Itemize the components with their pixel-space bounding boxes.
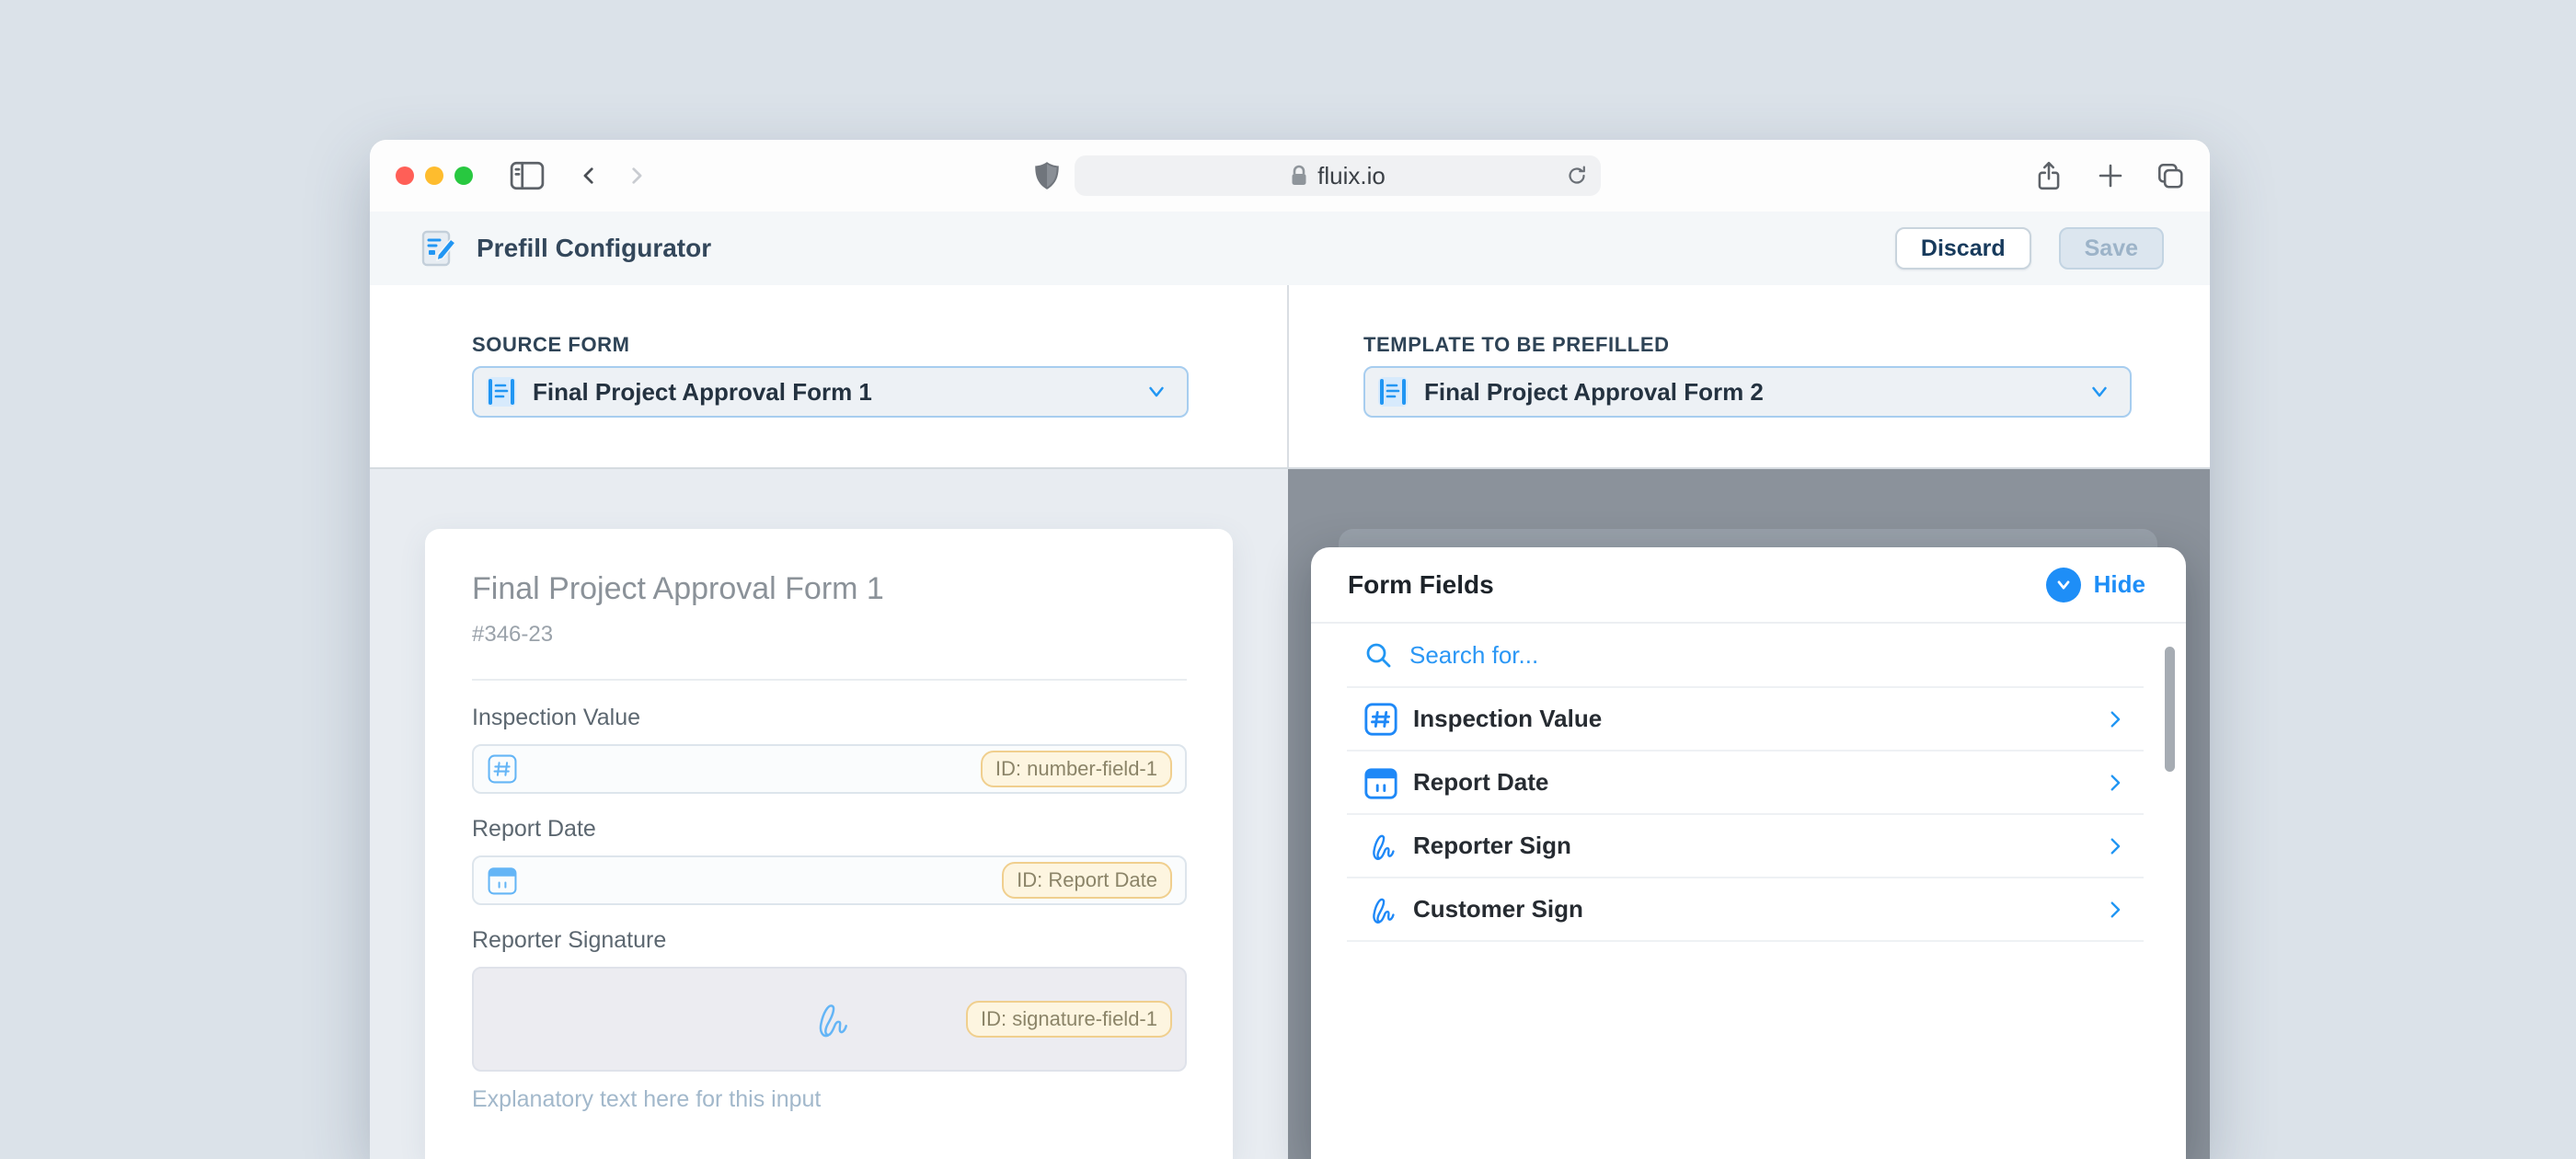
- chevron-down-icon: [1144, 380, 1168, 404]
- app-header: Prefill Configurator Discard Save: [370, 212, 2210, 287]
- modal-field-item[interactable]: Inspection Value: [1347, 688, 2144, 752]
- field-helper-text: Explanatory text here for this input: [472, 1086, 1187, 1113]
- back-icon[interactable]: [569, 140, 609, 212]
- form-preview-title: Final Project Approval Form 1: [472, 571, 1187, 607]
- modal-field-item[interactable]: Reporter Sign: [1347, 815, 2144, 878]
- divider: [472, 679, 1187, 681]
- modal-field-label: Inspection Value: [1413, 705, 1602, 733]
- screen: fluix.io: [0, 0, 2576, 1159]
- browser-toolbar: fluix.io: [370, 140, 2210, 212]
- template-form-label: TEMPLATE TO BE PREFILLED: [1363, 333, 1670, 357]
- chevron-right-icon: [2103, 707, 2127, 731]
- modal-field-item[interactable]: Customer Sign: [1347, 878, 2144, 942]
- field-id-badge: ID: Report Date: [1002, 862, 1172, 899]
- address-bar[interactable]: fluix.io: [1075, 155, 1601, 196]
- selection-strip: SOURCE FORM Final Project Approval Form …: [370, 285, 2210, 469]
- hide-label: Hide: [2094, 570, 2145, 599]
- signature-icon: [1363, 892, 1398, 927]
- chevron-right-icon: [2103, 898, 2127, 922]
- number-icon: [1363, 702, 1398, 737]
- source-form-value: Final Project Approval Form 1: [533, 378, 872, 407]
- lock-icon: [1290, 164, 1308, 188]
- signature-icon: [807, 996, 853, 1042]
- form-field: Report Date ID: Report Date: [472, 816, 1187, 905]
- form-icon: [485, 375, 518, 408]
- reload-icon[interactable]: [1564, 163, 1590, 189]
- field-input[interactable]: ID: Report Date: [472, 855, 1187, 905]
- signature-icon: [1363, 829, 1398, 864]
- modal-header: Form Fields Hide: [1311, 547, 2186, 624]
- chevron-right-icon: [2103, 834, 2127, 858]
- prefill-configurator-icon: [418, 227, 460, 270]
- scrollbar-thumb[interactable]: [2165, 647, 2175, 772]
- browser-window: fluix.io: [370, 140, 2210, 1159]
- field-input[interactable]: ID: signature-field-1: [472, 967, 1187, 1072]
- field-label: Inspection Value: [472, 705, 1187, 731]
- source-form-label: SOURCE FORM: [472, 333, 630, 357]
- tab-overview-icon[interactable]: [2152, 140, 2189, 212]
- field-id-badge: ID: signature-field-1: [966, 1001, 1172, 1038]
- minimize-window-button[interactable]: [425, 166, 443, 185]
- save-button[interactable]: Save: [2059, 227, 2164, 270]
- date-icon: [487, 865, 518, 896]
- forward-icon[interactable]: [616, 140, 657, 212]
- modal-title: Form Fields: [1348, 570, 1494, 600]
- hide-button[interactable]: Hide: [2046, 568, 2145, 602]
- field-input[interactable]: ID: number-field-1: [472, 744, 1187, 794]
- form-preview-fields: Inspection Value ID: number-field-1 Repo…: [472, 705, 1187, 1113]
- field-id-badge: ID: number-field-1: [981, 751, 1172, 787]
- field-label: Reporter Signature: [472, 927, 1187, 954]
- chevron-down-circle-icon: [2046, 568, 2081, 602]
- form-icon: [1376, 375, 1409, 408]
- chevron-down-icon: [2087, 380, 2111, 404]
- modal-field-label: Report Date: [1413, 768, 1548, 797]
- close-window-button[interactable]: [396, 166, 414, 185]
- modal-field-list: Inspection Value Report Date Reporter Si…: [1347, 688, 2144, 942]
- modal-field-label: Customer Sign: [1413, 895, 1583, 924]
- form-number: #346-23: [472, 622, 1187, 648]
- new-tab-icon[interactable]: [2092, 140, 2129, 212]
- search-input[interactable]: Search for...: [1347, 624, 2144, 688]
- modal-field-item[interactable]: Report Date: [1347, 752, 2144, 815]
- shield-icon[interactable]: [1029, 140, 1065, 212]
- panel-divider: [1287, 285, 1289, 467]
- modal-field-label: Reporter Sign: [1413, 832, 1571, 860]
- share-icon[interactable]: [2030, 140, 2067, 212]
- chevron-right-icon: [2103, 771, 2127, 795]
- form-field: Inspection Value ID: number-field-1: [472, 705, 1187, 794]
- discard-button[interactable]: Discard: [1895, 227, 2031, 270]
- page-title: Prefill Configurator: [477, 234, 711, 263]
- zoom-window-button[interactable]: [454, 166, 473, 185]
- url-text: fluix.io: [1317, 162, 1386, 190]
- template-form-value: Final Project Approval Form 2: [1424, 378, 1764, 407]
- source-form-dropdown[interactable]: Final Project Approval Form 1: [472, 366, 1189, 418]
- template-form-dropdown[interactable]: Final Project Approval Form 2: [1363, 366, 2132, 418]
- form-fields-modal: Form Fields Hide Search for... Inspectio…: [1311, 547, 2186, 1159]
- search-placeholder: Search for...: [1409, 641, 1538, 670]
- modal-body: Search for... Inspection Value Report Da…: [1347, 624, 2144, 942]
- sidebar-toggle-icon[interactable]: [504, 140, 550, 212]
- search-icon: [1363, 640, 1393, 670]
- number-icon: [487, 753, 518, 785]
- field-label: Report Date: [472, 816, 1187, 843]
- date-icon: [1363, 765, 1398, 800]
- form-field: Reporter Signature ID: signature-field-1…: [472, 927, 1187, 1113]
- form-preview-card: Final Project Approval Form 1 #346-23 In…: [425, 529, 1233, 1159]
